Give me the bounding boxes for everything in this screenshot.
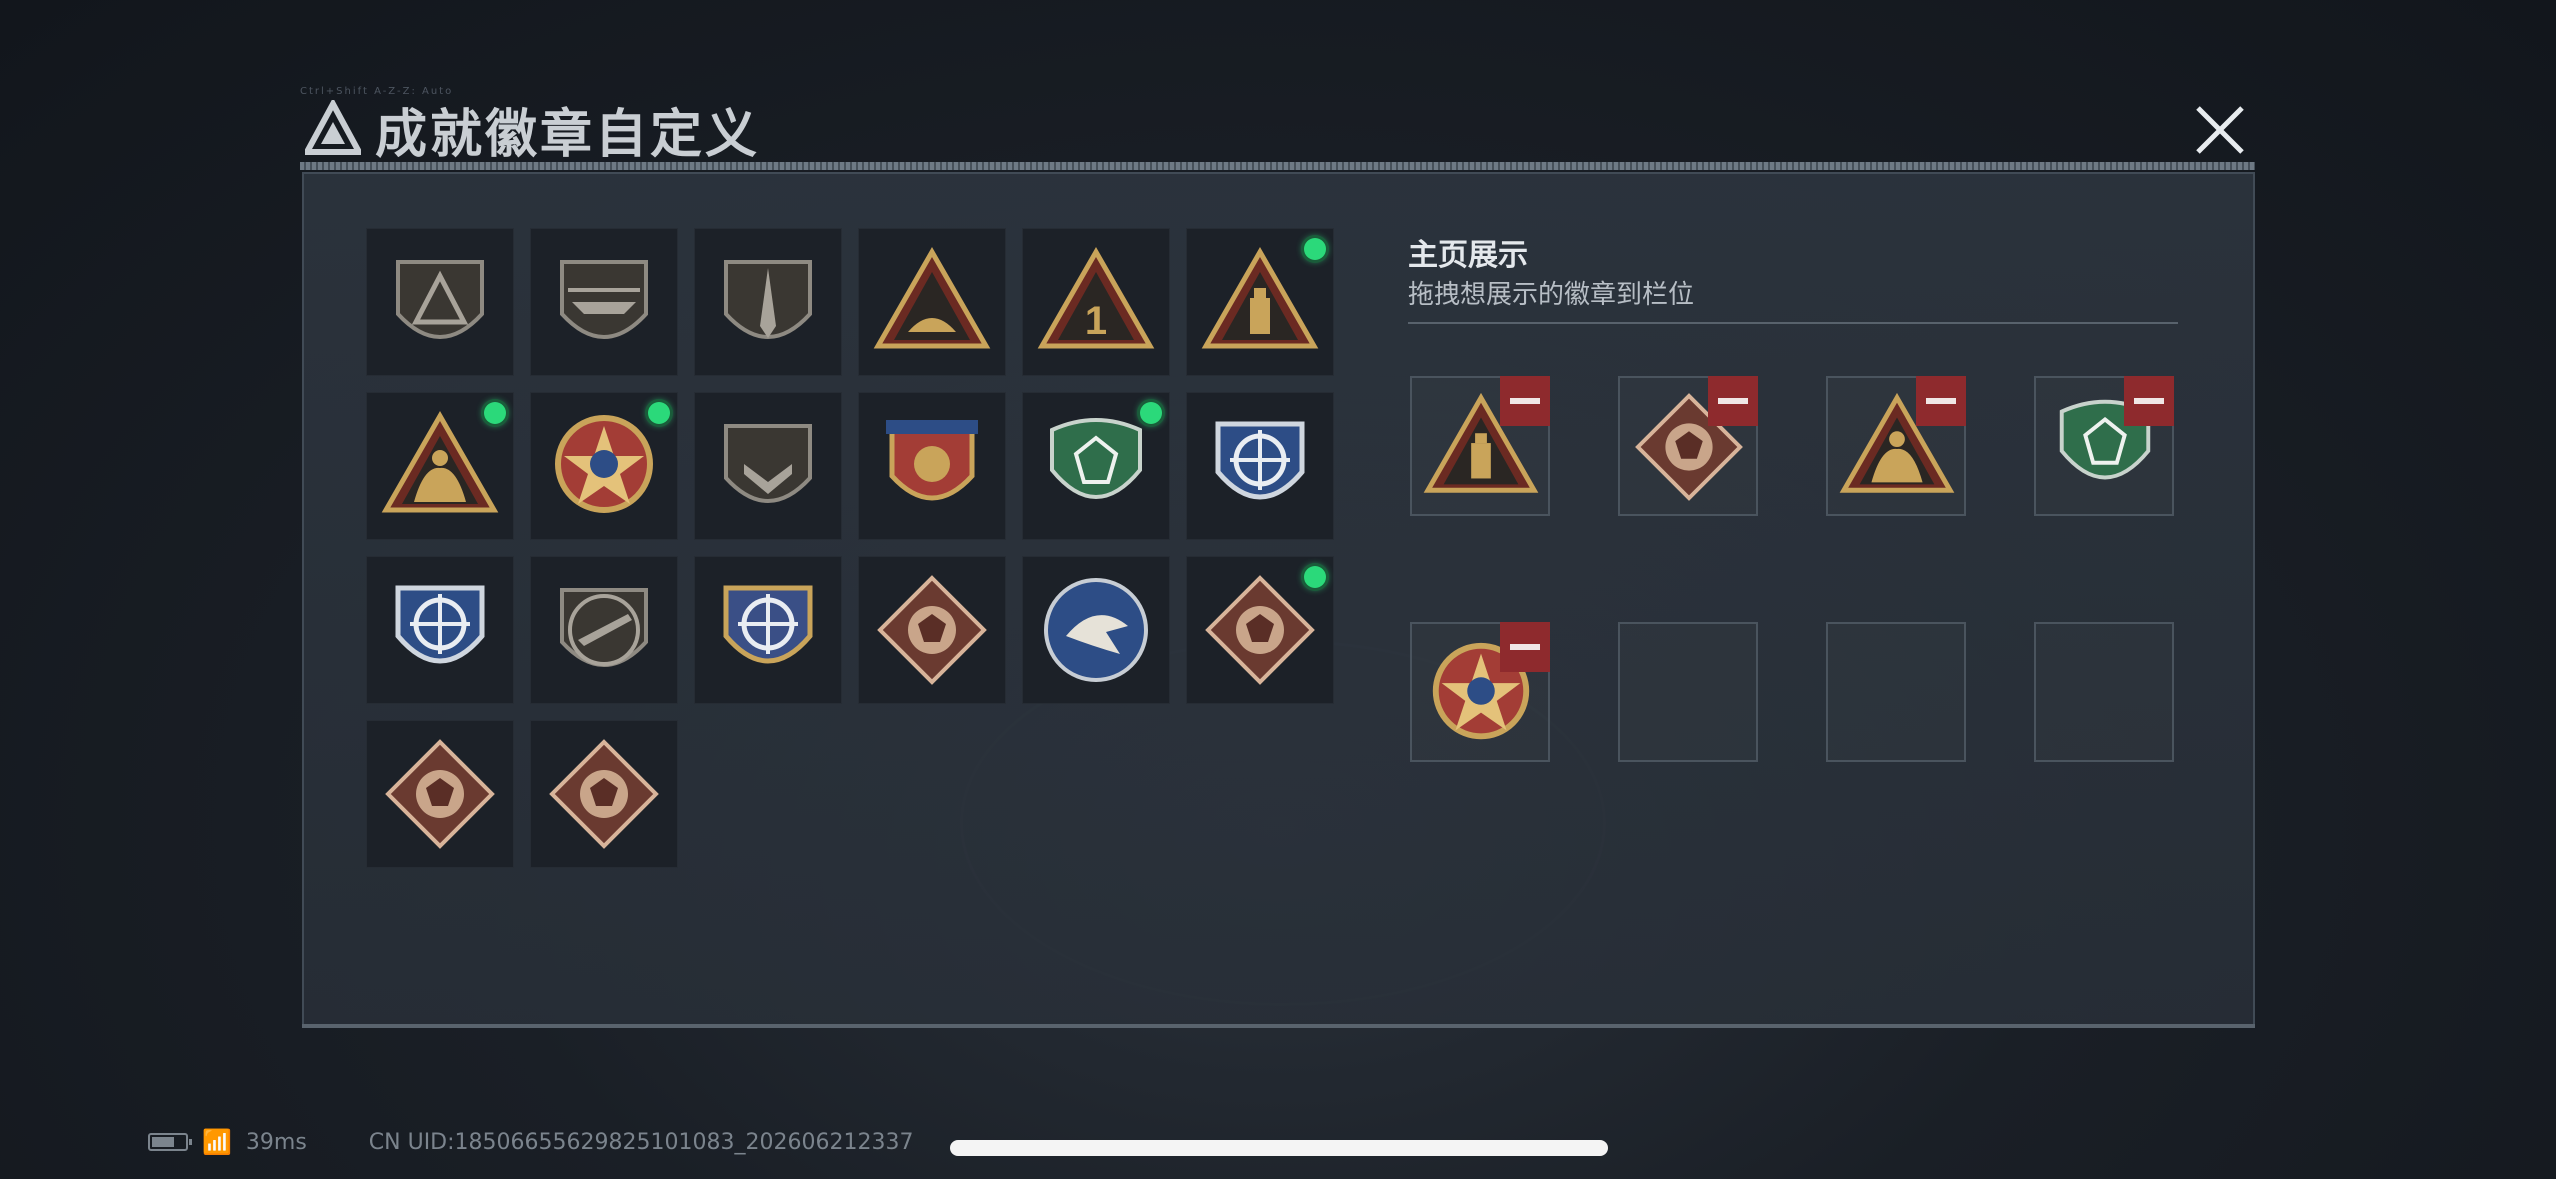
new-indicator-icon bbox=[1304, 566, 1326, 588]
title-logo-icon bbox=[305, 100, 361, 155]
showcase-slot[interactable] bbox=[1410, 622, 1550, 762]
status-bar: 📶 39ms CN UID:1850665562982510108​3_2026… bbox=[148, 1128, 913, 1156]
badge-cell[interactable] bbox=[530, 392, 678, 540]
badge-cell[interactable] bbox=[1186, 228, 1334, 376]
remove-badge-button[interactable] bbox=[2124, 376, 2174, 426]
close-icon[interactable] bbox=[2190, 100, 2250, 160]
badge-cell[interactable] bbox=[694, 556, 842, 704]
new-indicator-icon bbox=[1304, 238, 1326, 260]
remove-badge-button[interactable] bbox=[1916, 376, 1966, 426]
remove-badge-button[interactable] bbox=[1500, 622, 1550, 672]
blue-sniper-crosshair-badge-icon bbox=[395, 585, 485, 664]
star-medallion-badge-icon bbox=[555, 415, 653, 513]
badge-cell[interactable] bbox=[366, 228, 514, 376]
ping-text: 39ms bbox=[245, 1129, 307, 1155]
dragon-diamond-badge-icon bbox=[1205, 575, 1315, 685]
eagle-round-badge-icon bbox=[1044, 578, 1148, 682]
showcase-slot[interactable] bbox=[2034, 376, 2174, 516]
badge-cell[interactable] bbox=[530, 556, 678, 704]
panel-bottom-border bbox=[302, 1024, 2255, 1028]
remove-badge-button[interactable] bbox=[1500, 376, 1550, 426]
green-gem-shield-badge-icon bbox=[1050, 418, 1142, 499]
battery-icon bbox=[148, 1133, 192, 1151]
badge-cell[interactable] bbox=[366, 720, 514, 868]
showcase-slot[interactable] bbox=[1618, 622, 1758, 762]
home-indicator[interactable] bbox=[950, 1140, 1608, 1156]
showcase-slot[interactable] bbox=[1410, 376, 1550, 516]
showcase-title: 主页展示 bbox=[1408, 238, 1528, 273]
blue-rifle-crosshair-badge-icon bbox=[1215, 421, 1305, 500]
badge-cell[interactable] bbox=[530, 228, 678, 376]
showcase-subtitle: 拖拽想展示的徽章到栏位 bbox=[1408, 280, 1695, 310]
uid-text: CN UID:1850665562982510108​3_20260621233… bbox=[368, 1129, 914, 1155]
showcase-slot[interactable] bbox=[1826, 622, 1966, 762]
header-divider bbox=[300, 162, 2255, 170]
new-indicator-icon bbox=[484, 402, 506, 424]
new-indicator-icon bbox=[648, 402, 670, 424]
badge-cell[interactable] bbox=[1186, 556, 1334, 704]
showcase-divider bbox=[1408, 322, 2178, 324]
svg-text:1: 1 bbox=[1085, 299, 1107, 343]
gold-crosshair-badge-icon bbox=[723, 585, 813, 664]
rifle-shield-badge-icon bbox=[560, 588, 648, 667]
remove-badge-button[interactable] bbox=[1708, 376, 1758, 426]
badge-grid: 1 bbox=[366, 228, 1334, 868]
showcase-slot[interactable] bbox=[1826, 376, 1966, 516]
runner-diamond-badge-icon bbox=[549, 739, 659, 849]
badge-cell[interactable] bbox=[694, 228, 842, 376]
showcase-slot[interactable] bbox=[1618, 376, 1758, 516]
badge-cell[interactable] bbox=[858, 392, 1006, 540]
usb-triangle-badge-icon bbox=[1201, 246, 1319, 349]
badge-cell[interactable] bbox=[1186, 392, 1334, 540]
winged-crest-badge-icon bbox=[886, 420, 978, 501]
chevron-shield-badge-icon bbox=[724, 424, 812, 503]
badge-cell[interactable] bbox=[1022, 556, 1170, 704]
dragon-diamond-red-badge-icon bbox=[385, 739, 495, 849]
gold-triangle-boat-badge-icon bbox=[873, 246, 991, 349]
badge-cell[interactable] bbox=[530, 720, 678, 868]
badge-cell[interactable] bbox=[1022, 392, 1170, 540]
gray-shield-logo-badge-icon bbox=[396, 260, 484, 339]
soldiers-triangle-badge-icon bbox=[381, 410, 499, 513]
new-indicator-icon bbox=[1140, 402, 1162, 424]
wolf-diamond-badge-icon bbox=[877, 575, 987, 685]
badge-cell[interactable]: 1 bbox=[1022, 228, 1170, 376]
page-title: 成就徽章自定义 bbox=[375, 105, 761, 165]
badge-cell[interactable] bbox=[366, 556, 514, 704]
number-one-triangle-badge-icon: 1 bbox=[1037, 246, 1155, 349]
dagger-shield-badge-icon bbox=[724, 260, 812, 339]
badge-cell[interactable] bbox=[858, 556, 1006, 704]
badge-cell[interactable] bbox=[694, 392, 842, 540]
wifi-icon: 📶 bbox=[202, 1128, 232, 1156]
showcase-slot[interactable] bbox=[2034, 622, 2174, 762]
helicopter-shield-badge-icon bbox=[560, 260, 648, 339]
badge-cell[interactable] bbox=[366, 392, 514, 540]
badge-cell[interactable] bbox=[858, 228, 1006, 376]
